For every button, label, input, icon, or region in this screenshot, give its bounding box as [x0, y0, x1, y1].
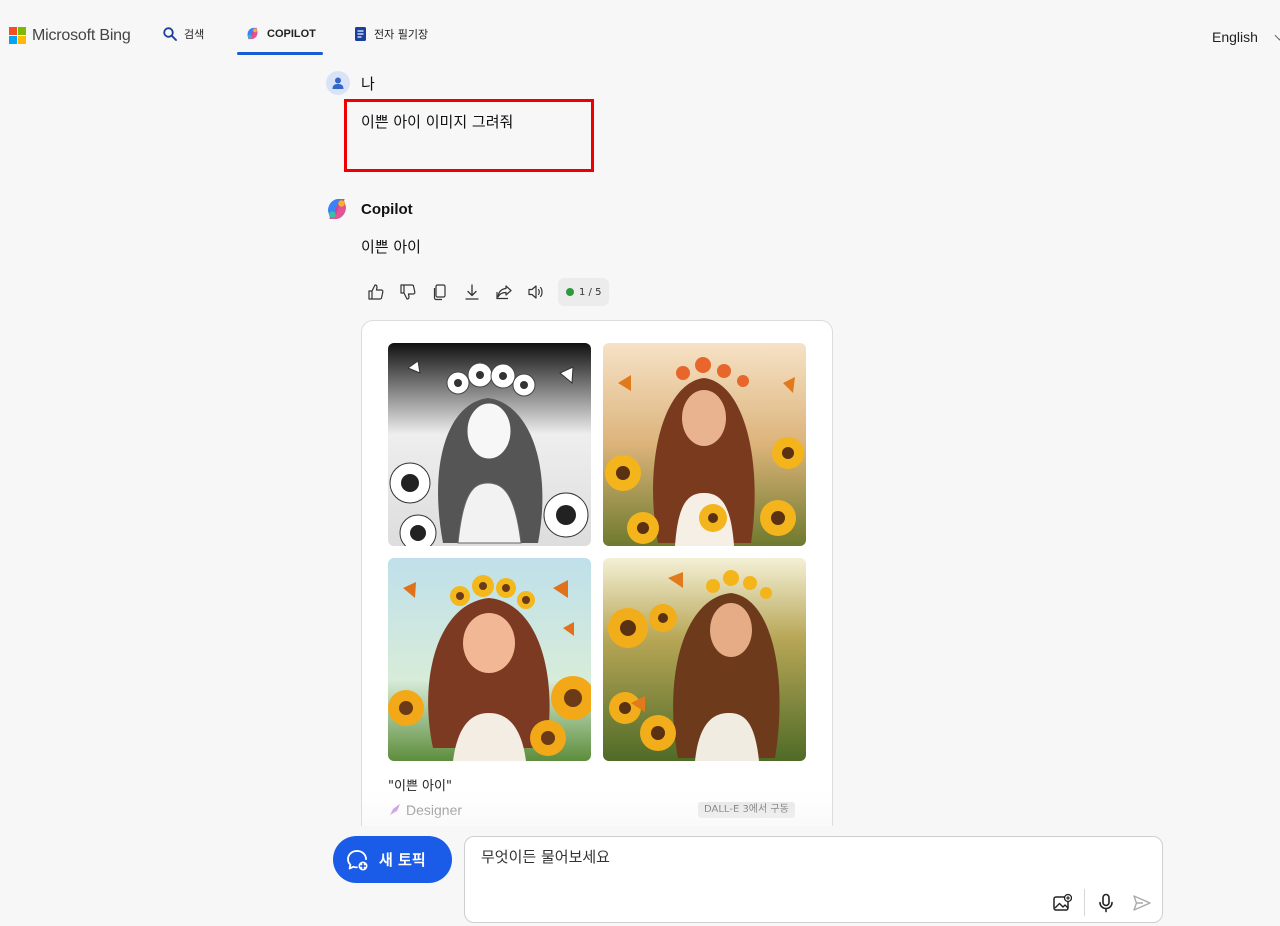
copilot-logo-icon	[328, 199, 346, 219]
nav-notebook-label: 전자 필기장	[374, 28, 429, 41]
sunflower-girl-photo-image	[603, 343, 806, 546]
thumbs-down-button[interactable]	[398, 282, 418, 302]
send-button[interactable]	[1131, 892, 1153, 914]
generated-image-4[interactable]	[603, 558, 806, 761]
copilot-author-label: Copilot	[361, 201, 413, 218]
nav-search-label: 검색	[184, 28, 205, 41]
microsoft-logo-icon	[9, 27, 27, 45]
user-avatar	[326, 71, 350, 95]
designer-icon	[390, 804, 400, 815]
voice-input-button[interactable]	[1095, 892, 1117, 914]
status-dot-icon	[566, 288, 574, 296]
language-switch[interactable]: English	[1212, 29, 1258, 45]
sunflower-girl-portrait-image	[603, 558, 806, 761]
add-image-icon	[1053, 893, 1072, 911]
sunflower-girl-cartoon-image	[388, 558, 591, 761]
share-button[interactable]	[494, 282, 514, 302]
new-chat-icon	[347, 849, 368, 870]
copy-icon	[433, 284, 446, 301]
nav-copilot[interactable]: COPILOT	[245, 26, 316, 41]
user-author-label: 나	[361, 75, 375, 93]
copilot-response-text: 이쁜 아이	[361, 238, 421, 256]
composer-divider	[1084, 889, 1085, 916]
top-header: Microsoft Bing 검색 COPILOT 전자 필기장 English	[0, 0, 1280, 60]
dalle-badge: DALL-E 3에서 구동	[698, 802, 795, 818]
notebook-icon	[355, 27, 366, 41]
brand-name: Microsoft Bing	[32, 27, 131, 44]
nav-search[interactable]: 검색	[163, 26, 204, 42]
user-icon	[332, 77, 344, 89]
microphone-icon	[1099, 893, 1113, 913]
new-topic-label: 새 토픽	[379, 851, 426, 869]
copilot-icon	[247, 27, 258, 40]
response-action-bar: 1 / 5	[366, 278, 610, 306]
chat-input-box[interactable]	[464, 836, 1163, 923]
nav-notebook[interactable]: 전자 필기장	[354, 26, 428, 42]
send-icon	[1133, 895, 1151, 911]
share-icon	[496, 285, 512, 300]
nav-copilot-label: COPILOT	[267, 27, 316, 40]
thumbs-down-icon	[400, 284, 416, 300]
search-icon	[163, 27, 177, 41]
thumbs-up-button[interactable]	[366, 282, 386, 302]
generated-image-1[interactable]	[388, 343, 591, 546]
response-counter-badge: 1 / 5	[558, 278, 610, 306]
image-upload-button[interactable]	[1051, 892, 1073, 914]
generated-images-card: "이쁜 아이" Designer DALL-E 3에서 구동	[361, 320, 833, 842]
download-icon	[465, 284, 479, 300]
thumbs-up-icon	[368, 284, 384, 300]
active-tab-indicator	[237, 52, 323, 55]
read-aloud-button[interactable]	[526, 282, 546, 302]
generated-image-3[interactable]	[388, 558, 591, 761]
red-highlight-box	[344, 99, 594, 172]
chat-input[interactable]	[479, 847, 1043, 867]
new-topic-button[interactable]: 새 토픽	[333, 836, 452, 883]
speaker-icon	[528, 285, 543, 299]
chevron-down-icon[interactable]	[1274, 30, 1280, 41]
copy-button[interactable]	[430, 282, 450, 302]
download-button[interactable]	[462, 282, 482, 302]
designer-link[interactable]: Designer	[388, 802, 462, 818]
response-counter-text: 1 / 5	[579, 286, 602, 298]
sunflower-girl-sketch-image	[388, 343, 591, 546]
generated-image-2[interactable]	[603, 343, 806, 546]
image-caption: "이쁜 아이"	[388, 779, 452, 794]
bing-logo[interactable]: Microsoft Bing	[9, 27, 131, 45]
designer-label: Designer	[406, 802, 463, 818]
